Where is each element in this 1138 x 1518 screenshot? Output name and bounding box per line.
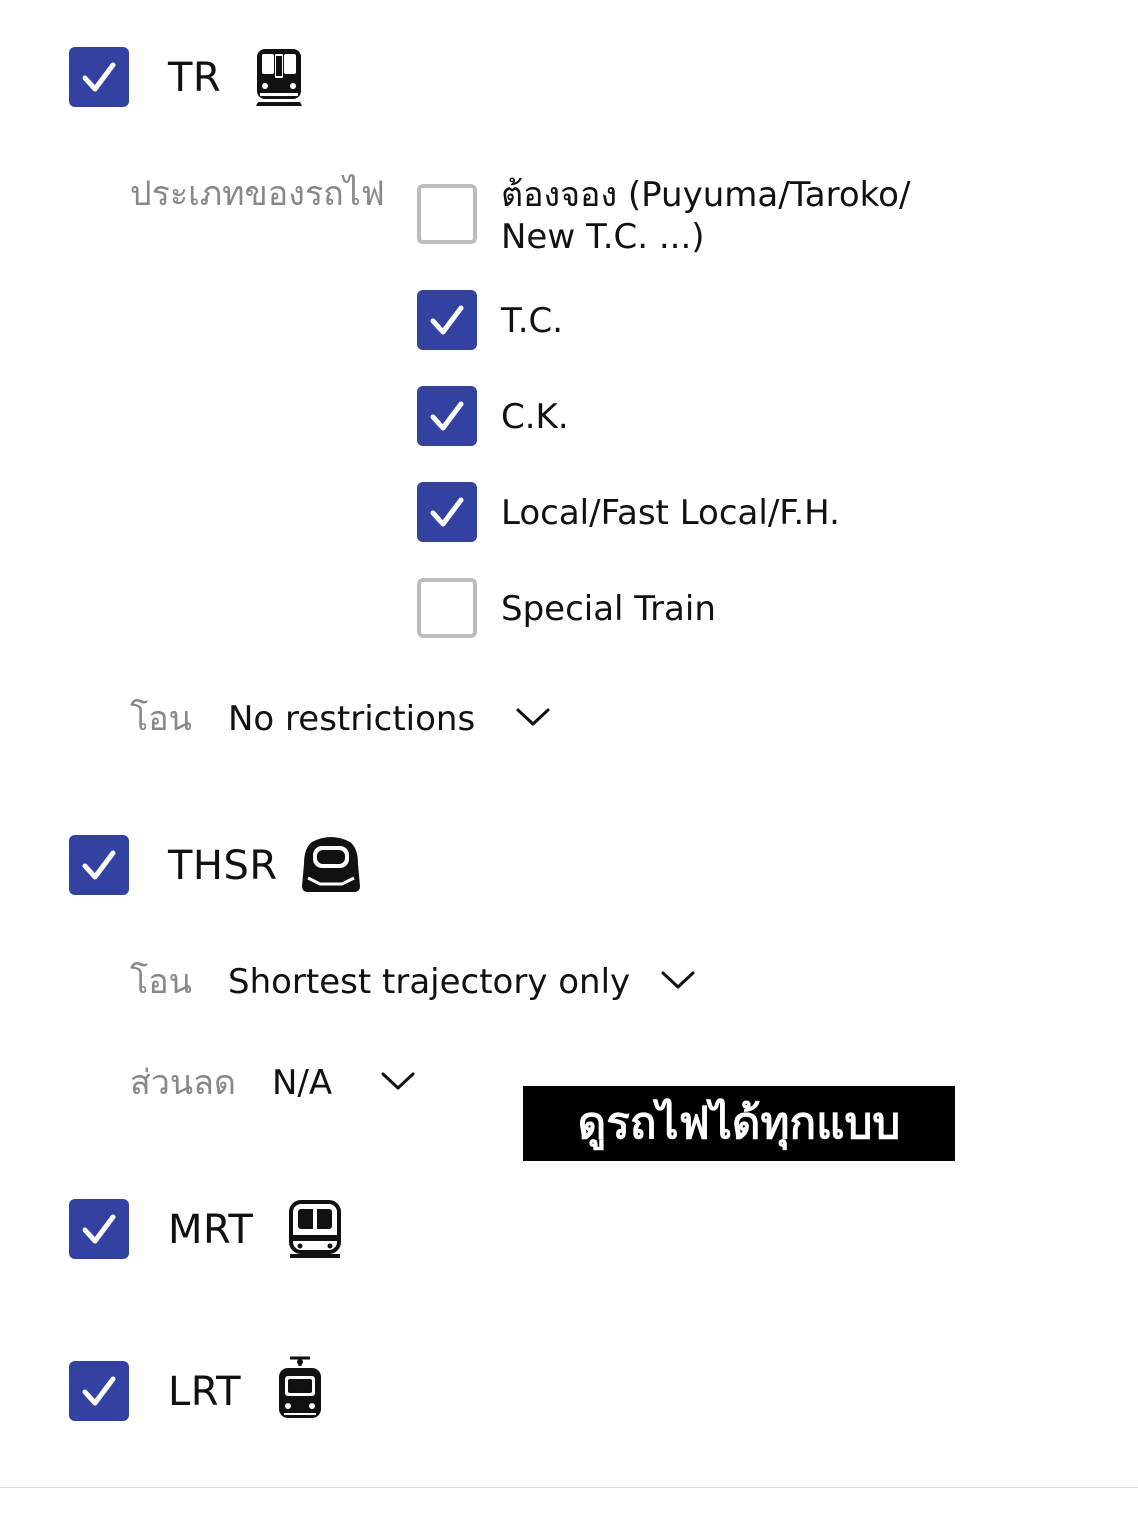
check-icon (82, 1376, 116, 1406)
thsr-discount-label: ส่วนลด (130, 1063, 237, 1103)
chevron-down-icon[interactable] (379, 1068, 417, 1094)
train-front-icon (254, 46, 304, 108)
train-type-label-reserved-line2[interactable]: New T.C. ...) (501, 216, 705, 258)
train-type-label-reserved[interactable]: ต้องจอง (Puyuma/Taroko/ (501, 174, 910, 216)
train-type-checkbox-special[interactable] (417, 578, 477, 638)
train-type-checkbox-tc[interactable] (417, 290, 477, 350)
tr-transfer-select[interactable]: No restrictions (228, 697, 475, 741)
check-icon (430, 305, 464, 335)
mrt-label[interactable]: MRT (168, 1206, 253, 1254)
train-type-label-special[interactable]: Special Train (501, 588, 716, 630)
train-type-checkbox-local[interactable] (417, 482, 477, 542)
lrt-checkbox[interactable] (69, 1361, 129, 1421)
check-icon (430, 497, 464, 527)
tram-icon (276, 1356, 324, 1422)
chevron-down-icon[interactable] (514, 704, 552, 730)
thsr-transfer-label: โอน (130, 962, 192, 1002)
train-type-label-tc[interactable]: T.C. (501, 300, 563, 342)
lrt-label[interactable]: LRT (168, 1368, 241, 1416)
metro-icon (288, 1199, 342, 1261)
check-icon (82, 850, 116, 880)
tr-transfer-label: โอน (130, 699, 192, 739)
thsr-label[interactable]: THSR (168, 842, 278, 890)
check-icon (82, 1214, 116, 1244)
train-types-label: ประเภทของรถไฟ (130, 174, 385, 214)
thsr-discount-select[interactable]: N/A (272, 1061, 332, 1105)
check-icon (430, 401, 464, 431)
train-type-label-ck[interactable]: C.K. (501, 396, 569, 438)
chevron-down-icon[interactable] (659, 967, 697, 993)
check-icon (82, 62, 116, 92)
tr-checkbox[interactable] (69, 47, 129, 107)
overlay-caption-banner: ดูรถไฟได้ทุกแบบ (523, 1086, 955, 1161)
train-type-checkbox-ck[interactable] (417, 386, 477, 446)
train-type-checkbox-reserved[interactable] (417, 184, 477, 244)
thsr-checkbox[interactable] (69, 835, 129, 895)
bullet-train-icon (298, 834, 364, 896)
bottom-divider (0, 1487, 1138, 1488)
train-type-label-local[interactable]: Local/Fast Local/F.H. (501, 492, 840, 534)
thsr-transfer-select[interactable]: Shortest trajectory only (228, 960, 630, 1004)
mrt-checkbox[interactable] (69, 1199, 129, 1259)
tr-label[interactable]: TR (168, 54, 221, 102)
